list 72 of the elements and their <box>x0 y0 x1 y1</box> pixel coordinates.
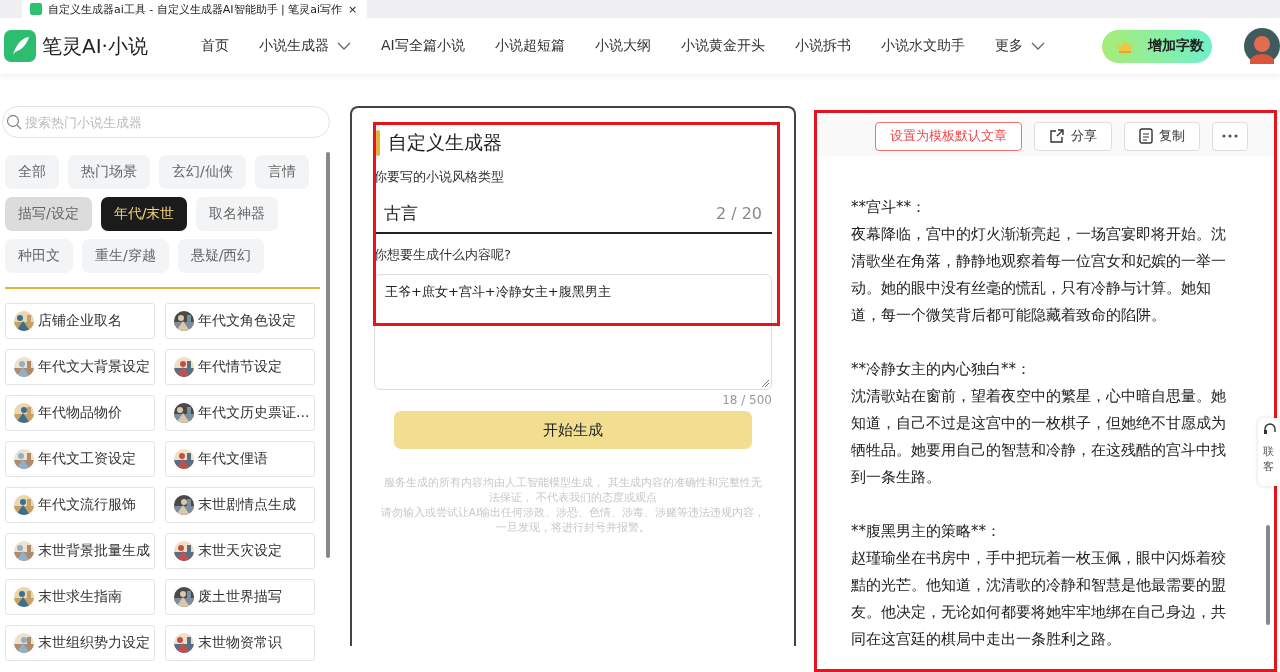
generator-item[interactable]: 年代文大背景设定 <box>5 349 155 385</box>
content-textarea[interactable]: 王爷+庶女+宫斗+冷静女主+腹黑男主 <box>374 274 772 390</box>
generator-item[interactable]: 末世求生指南 <box>5 579 155 615</box>
char-count: 2 / 20 <box>715 203 762 223</box>
category-tab[interactable]: 热门场景 <box>68 155 150 189</box>
form-title: 自定义生成器 <box>388 130 502 155</box>
category-tab[interactable]: 玄幻/仙侠 <box>159 155 246 189</box>
generator-item[interactable]: 末世物资常识 <box>165 625 315 661</box>
category-tab[interactable]: 全部 <box>5 155 59 189</box>
category-tab[interactable]: 取名神器 <box>196 197 279 231</box>
generator-item[interactable]: 末世天灾设定 <box>165 533 315 569</box>
paragraph: 沈清歌站在窗前，望着夜空中的繁星，心中暗自思量。她知道，自己不过是这宫中的一枚棋子，但她绝不甘愿成为牺牲品。她要用自己的智慧和冷静，在这残酷的宫斗中找到一条生路。 <box>851 386 1227 488</box>
section-heading: **冷静女主的内心独白**： <box>851 359 1032 380</box>
chevron-down-icon <box>336 42 351 50</box>
nav-link[interactable]: 小说大纲 <box>579 37 666 55</box>
char-count: 18 / 500 <box>721 393 772 407</box>
generator-item[interactable]: 年代文流行服饰 <box>5 487 155 523</box>
headset-icon <box>1263 422 1277 436</box>
generator-item[interactable]: 末世背景批量生成 <box>5 533 155 569</box>
scrollbar[interactable] <box>1266 525 1270 625</box>
nav-link[interactable]: 小说水文助手 <box>865 37 980 55</box>
generator-item[interactable]: 年代文工资设定 <box>5 441 155 477</box>
browser-tab[interactable]: 自定义生成器ai工具 - 自定义生成器AI智能助手 | 笔灵ai写作 × <box>22 0 367 18</box>
nav-link[interactable]: 小说生成器 <box>243 37 366 55</box>
category-tab[interactable]: 描写/设定 <box>5 197 92 231</box>
logo-text: 笔灵AI·小说 <box>42 32 148 60</box>
generator-item[interactable]: 年代文俚语 <box>165 441 315 477</box>
category-tab[interactable]: 年代/末世 <box>100 197 188 231</box>
search-icon <box>6 114 22 130</box>
section-heading: **腹黑男主的策略**： <box>851 521 1002 542</box>
upgrade-button[interactable]: 增加字数 <box>1101 29 1212 63</box>
nav-link[interactable]: 小说超短篇 <box>479 37 580 55</box>
more-icon <box>1222 134 1238 138</box>
style-input[interactable]: 古言 2 / 20 <box>374 194 772 234</box>
generator-item[interactable]: 末世剧情点生成 <box>165 487 315 523</box>
generator-item[interactable]: 年代物品物价 <box>5 395 155 431</box>
category-tab[interactable]: 言情 <box>254 155 309 189</box>
accent-bar <box>376 130 380 156</box>
generator-item[interactable]: 年代情节设定 <box>165 349 315 385</box>
nav-link[interactable]: AI写全篇小说 <box>365 37 480 55</box>
avatar-icon[interactable] <box>1244 28 1280 64</box>
generator-item[interactable]: 年代文角色设定 <box>165 303 315 339</box>
category-tab[interactable]: 重生/穿越 <box>82 239 169 273</box>
generator-item[interactable]: 年代文历史票证... <box>165 395 315 431</box>
copy-button[interactable]: 复制 <box>1124 121 1200 151</box>
generator-item[interactable]: 店铺企业取名 <box>5 303 155 339</box>
generator-item[interactable]: 末世组织势力设定 <box>5 625 155 661</box>
paragraph: 赵瑾瑜坐在书房中，手中把玩着一枚玉佩，眼中闪烁着狡黠的光芒。他知道，沈清歌的冷静和智慧是他最需要的盟友。他决定，无论如何都要将她牢牢地绑在自己身边，共同在这宫廷的棋局中走出一条胜利之路。 <box>851 548 1227 650</box>
nav-link[interactable]: 更多 <box>979 37 1060 55</box>
section-heading: **宫斗**： <box>851 197 927 218</box>
share-icon <box>1049 128 1065 144</box>
tab-title: 自定义生成器ai工具 - 自定义生成器AI智能助手 | 笔灵ai写作 <box>48 1 343 17</box>
category-tab[interactable]: 种田文 <box>5 239 73 273</box>
chevron-down-icon <box>1030 42 1045 50</box>
category-tab[interactable]: 悬疑/西幻 <box>177 239 265 273</box>
generate-button[interactable]: 开始生成 <box>394 411 752 449</box>
share-button[interactable]: 分享 <box>1034 121 1112 151</box>
document-icon <box>1139 128 1153 144</box>
set-default-button[interactable]: 设置为模板默认文章 <box>875 121 1022 151</box>
nav-link[interactable]: 小说黄金开头 <box>665 37 780 55</box>
generator-item[interactable]: 废土世界描写 <box>165 579 315 615</box>
feather-logo-icon <box>4 30 36 62</box>
search-field[interactable]: 搜索热门小说生成器 <box>2 106 330 138</box>
tab-favicon-icon <box>30 3 42 15</box>
nav-link[interactable]: 首页 <box>185 37 244 55</box>
resize-grip-icon <box>761 379 769 387</box>
scrollbar[interactable] <box>326 152 330 558</box>
paragraph: 夜幕降临，宫中的灯火渐渐亮起，一场宫宴即将开始。沈清歌坐在角落，静静地观察着每一位宫女和妃嫔的一举一动。她的眼中没有丝毫的慌乱，只有冷静与计算。她知道，每一个微笑背后都可能隐藏着致命的陷阱。 <box>851 224 1227 326</box>
more-button[interactable] <box>1212 121 1248 151</box>
close-icon[interactable]: × <box>348 2 358 16</box>
nav-link[interactable]: 小说拆书 <box>779 37 866 55</box>
crown-icon <box>1115 39 1134 53</box>
